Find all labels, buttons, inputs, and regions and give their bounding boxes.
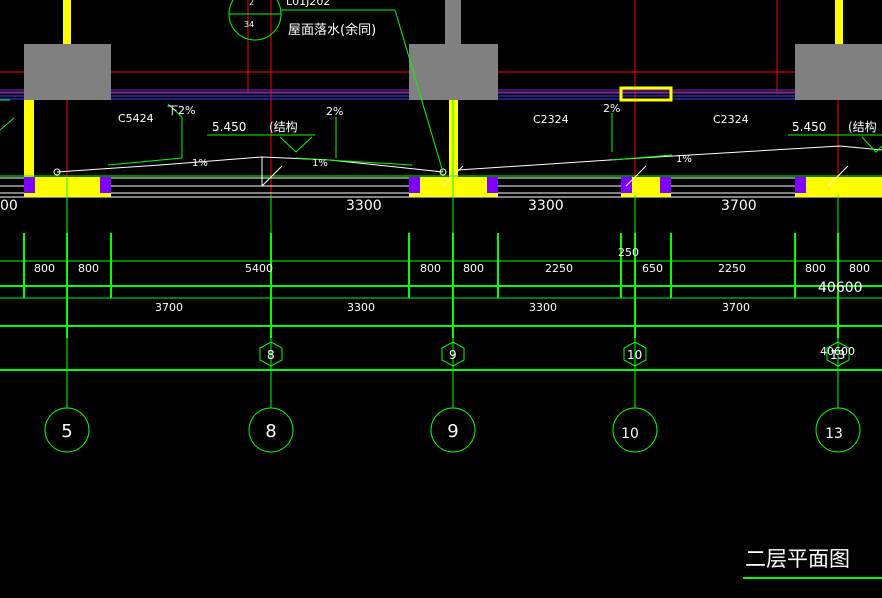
axis-label: 13	[825, 426, 843, 442]
callout-ref-code: L01J202	[286, 0, 330, 8]
window-label: C2324	[713, 113, 749, 126]
callout-detail-bottom: 34	[244, 20, 254, 29]
drawing-title: 二层平面图	[745, 547, 850, 571]
axis-label: 5	[61, 421, 72, 442]
small-axis-label: 9	[449, 348, 457, 362]
slope-label: 2%	[603, 102, 620, 115]
dim-value: 800	[849, 262, 870, 275]
dim-value: 800	[34, 262, 55, 275]
span-dim: 3300	[528, 198, 564, 214]
wall-left-edge	[0, 99, 15, 131]
dim-value: 3700	[155, 301, 183, 314]
small-axis-circles	[259, 341, 850, 367]
slope-label: 下2%	[167, 104, 195, 117]
axis-label: 10	[621, 426, 639, 442]
small-axis-label: 10	[627, 348, 642, 362]
slope-label: 1%	[676, 154, 692, 165]
callout-note: 屋面落水(余同)	[288, 22, 376, 38]
lower-wall-band	[0, 177, 882, 198]
dim-value: 3300	[347, 301, 375, 314]
dim-value: 800	[463, 262, 484, 275]
dim-value: 3700	[722, 301, 750, 314]
floor-plan-drawing: L01J202 2 34 屋面落水(余同) C5424 C2324 C2324 …	[0, 0, 882, 579]
slope-label: 1%	[192, 158, 208, 169]
dim-value: 3300	[529, 301, 557, 314]
span-dim-partial: 00	[0, 198, 18, 214]
dim-value: 650	[642, 262, 663, 275]
dim-value-extra: 250	[618, 246, 639, 259]
window-label: C2324	[533, 113, 569, 126]
window-label: C5424	[118, 112, 154, 125]
level-value: 5.450	[792, 120, 826, 134]
span-dim: 3700	[721, 198, 757, 214]
slope-label: 1%	[312, 158, 328, 169]
total-dim: 40600	[820, 345, 855, 358]
dim-value: 5400	[245, 262, 273, 275]
dim-value: 2250	[718, 262, 746, 275]
callout-detail-top: 2	[249, 0, 254, 7]
dim-value: 800	[78, 262, 99, 275]
dimension-lines	[0, 260, 882, 371]
level-note: (结构	[269, 119, 298, 134]
span-dim: 3300	[346, 198, 382, 214]
total-dim: 40600	[818, 280, 863, 296]
level-marker-1	[207, 134, 315, 153]
dim-value: 800	[420, 262, 441, 275]
slope-label: 2%	[326, 105, 343, 118]
level-value: 5.450	[212, 120, 246, 134]
upper-wall-posts	[63, 0, 843, 44]
axis-label: 9	[447, 421, 458, 442]
dim-value: 800	[805, 262, 826, 275]
purple-posts	[24, 177, 806, 193]
level-marker-2	[788, 134, 882, 153]
level-note: (结构	[848, 119, 877, 134]
dim-value: 2250	[545, 262, 573, 275]
small-axis-label: 8	[267, 348, 275, 362]
axis-label: 8	[265, 421, 276, 442]
